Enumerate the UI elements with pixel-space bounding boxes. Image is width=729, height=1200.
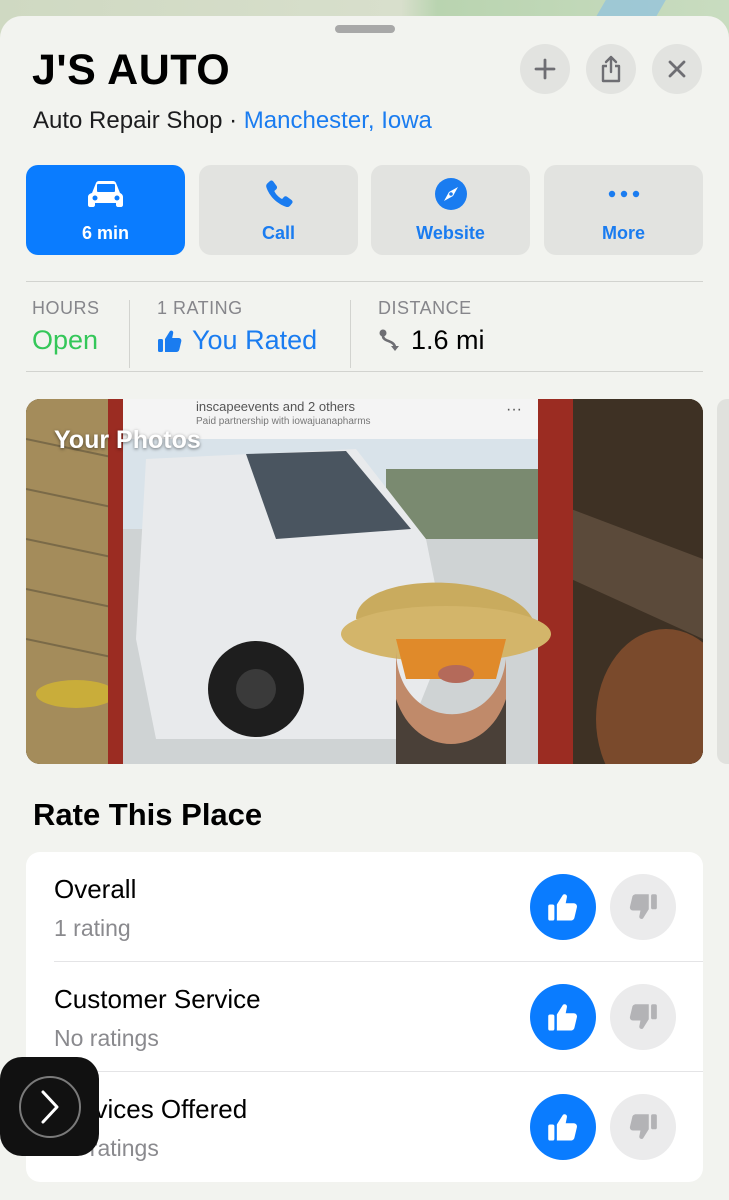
place-category: Auto Repair Shop [33,107,223,134]
place-location-link[interactable]: Manchester, Iowa [244,107,432,134]
rating-row-customer-service: Customer Service No ratings [26,962,703,1072]
share-button[interactable] [586,44,636,94]
photo-card[interactable]: inscapeevents and 2 others Paid partners… [26,399,703,764]
share-icon [601,55,621,83]
call-label: Call [261,222,295,243]
hours-value: Open [32,325,99,355]
plus-icon [534,58,556,80]
close-icon [668,60,686,78]
hours-caption: HOURS [32,298,100,318]
ellipsis-icon [608,190,639,197]
rating-row-count: 1 rating [54,915,131,941]
distance-info[interactable]: DISTANCE 1.6 mi [378,298,485,356]
thumbs-up-button[interactable] [530,1094,596,1160]
place-subtitle: Auto Repair Shop · Manchester, Iowa [33,107,432,135]
route-icon [379,329,399,351]
photos-caption: Your Photos [54,426,201,454]
hours-info[interactable]: HOURS Open [32,298,100,356]
car-icon [87,180,123,207]
compass-icon [434,177,467,210]
thumbs-up-button[interactable] [530,984,596,1050]
rating-card: Overall 1 rating Customer Service No rat… [26,852,703,1182]
photo-overlay-more: ··· [506,401,522,418]
rating-caption: 1 RATING [157,298,243,318]
rating-row-overall: Overall 1 rating [26,852,703,962]
rate-section-title: Rate This Place [33,797,263,832]
info-separator [129,300,130,368]
thumbs-down-button[interactable] [610,1094,676,1160]
thumbs-down-button[interactable] [610,984,676,1050]
more-button[interactable]: More [544,165,703,255]
sheet-grabber[interactable] [335,25,395,33]
photo-overlay-account: inscapeevents and 2 others [196,399,355,414]
thumbs-down-icon [629,894,657,919]
thumbs-down-button[interactable] [610,874,676,940]
subtitle-separator: · [222,107,244,134]
rating-info[interactable]: 1 RATING You Rated [157,298,317,356]
thumbs-up-icon [548,1114,578,1141]
thumbs-up-icon [158,330,182,352]
thumbs-down-icon [629,1004,657,1029]
website-button[interactable]: Website [371,165,530,255]
rating-value-row: You Rated [157,325,317,356]
thumbs-down-icon [629,1114,657,1139]
directions-button[interactable]: 6 min [26,165,185,255]
chevron-right-icon [41,1090,58,1123]
phone-icon [265,180,293,207]
distance-value-row: 1.6 mi [378,325,485,356]
distance-value: 1.6 mi [411,325,485,355]
thumbs-up-icon [548,894,578,921]
info-separator [350,300,351,368]
floating-next-button[interactable] [0,1057,99,1156]
website-label: Website [416,222,485,243]
distance-caption: DISTANCE [378,298,472,318]
close-button[interactable] [652,44,702,94]
directions-label: 6 min [81,222,129,243]
call-button[interactable]: Call [199,165,358,255]
photo-overlay-sub: Paid partnership with iowajuanapharms [196,416,371,427]
next-ring [18,1075,81,1138]
rating-row-services-offered: Services Offered No ratings [26,1072,703,1182]
rating-value: You Rated [192,325,318,355]
thumbs-up-button[interactable] [530,874,596,940]
rating-row-count: No ratings [54,1025,159,1051]
more-label: More [601,222,645,243]
divider-top [26,281,703,282]
add-button[interactable] [520,44,570,94]
action-buttons: 6 min Call Website More [26,165,703,255]
divider-bottom [26,371,703,372]
place-sheet: J'S AUTO Auto Repair Shop · Manchester, … [0,16,729,1200]
rating-row-name: Customer Service [54,984,261,1014]
rating-row-name: Overall [54,874,137,904]
thumbs-up-icon [548,1004,578,1031]
place-title: J'S AUTO [32,46,231,94]
next-photo-peek[interactable] [717,399,729,764]
